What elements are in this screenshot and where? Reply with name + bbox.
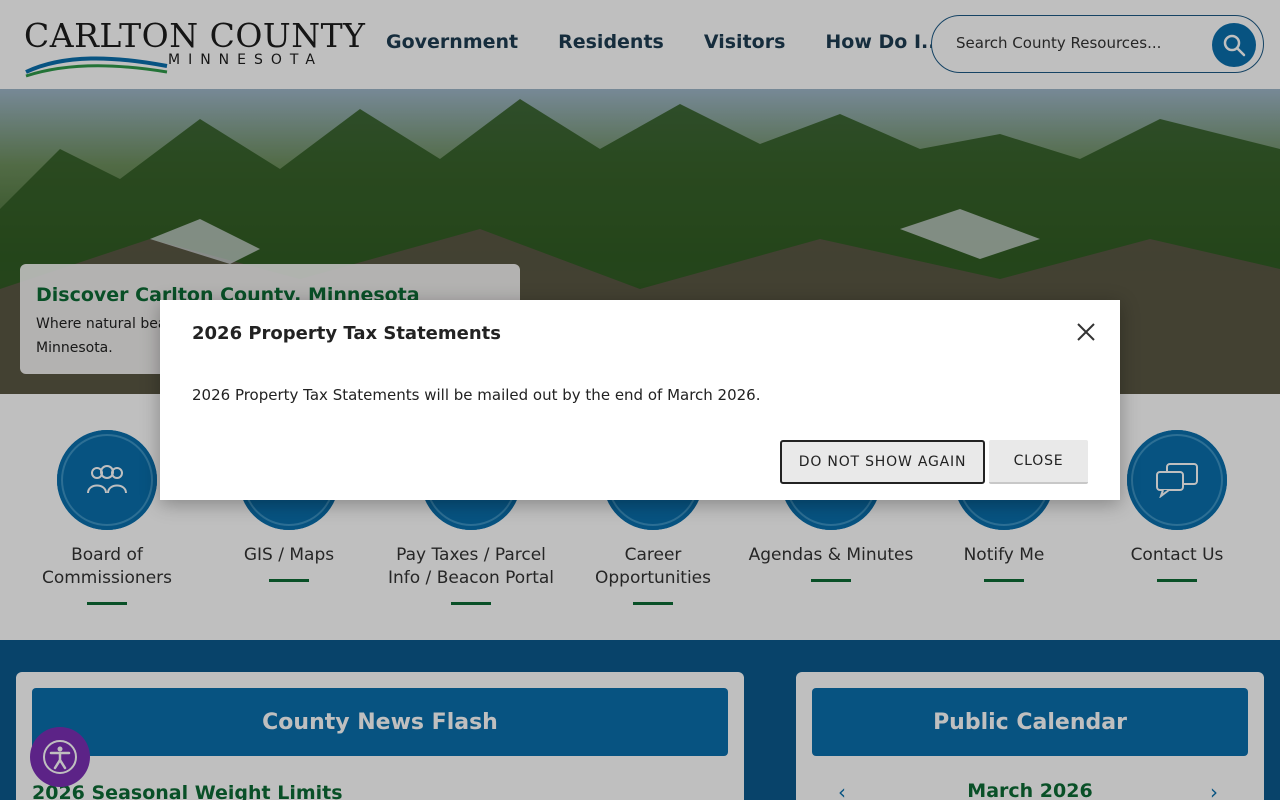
alert-dialog: 2026 Property Tax Statements 2026 Proper… [160, 300, 1120, 500]
do-not-show-again-button[interactable]: DO NOT SHOW AGAIN [780, 440, 985, 484]
dialog-title: 2026 Property Tax Statements [192, 323, 501, 344]
close-icon[interactable] [1074, 320, 1098, 344]
dialog-message: 2026 Property Tax Statements will be mai… [192, 386, 761, 404]
close-button[interactable]: CLOSE [989, 440, 1088, 484]
